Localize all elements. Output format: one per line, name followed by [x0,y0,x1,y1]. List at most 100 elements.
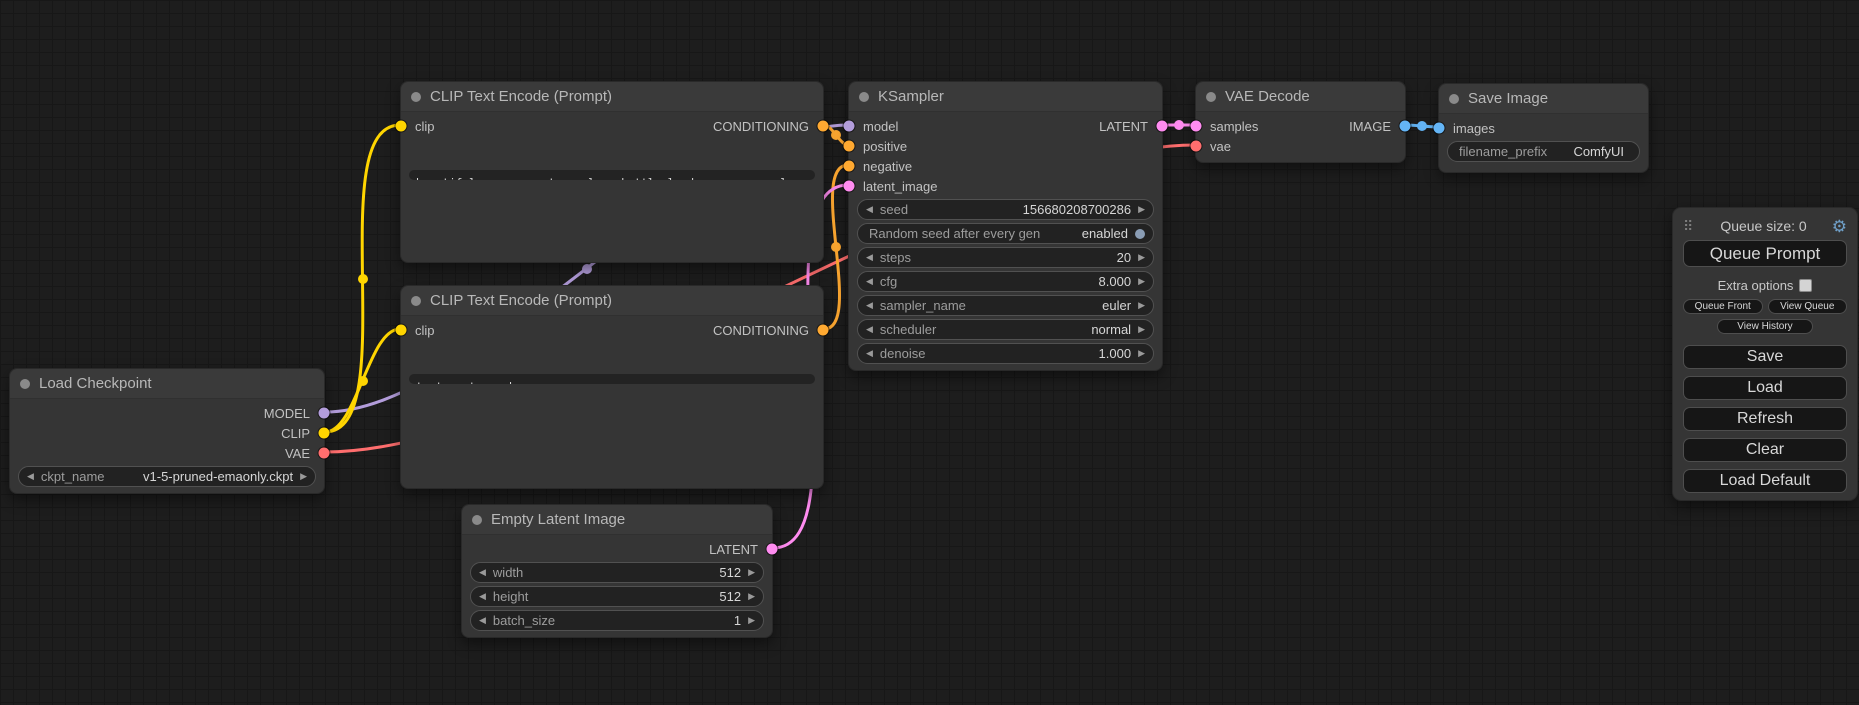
port-row: clip CONDITIONING [401,116,823,136]
link-midpoint-dot[interactable] [582,264,592,274]
queue-front-button[interactable]: Queue Front [1683,299,1763,314]
view-queue-button[interactable]: View Queue [1768,299,1848,314]
refresh-button[interactable]: Refresh [1683,407,1847,431]
arrow-right-icon[interactable]: ▶ [1138,349,1145,358]
random-seed-toggle[interactable]: Random seed after every gen enabled [857,223,1154,244]
node-title-bar[interactable]: Empty Latent Image [462,505,772,535]
arrow-left-icon[interactable]: ◀ [479,592,486,601]
queue-prompt-button[interactable]: Queue Prompt [1683,240,1847,267]
save-image-node[interactable]: Save Image images filename_prefix ComfyU… [1438,83,1649,173]
link-midpoint-dot[interactable] [831,242,841,252]
vae-input-port[interactable] [1191,141,1202,152]
node-title-bar[interactable]: KSampler [849,82,1162,112]
load-checkpoint-node[interactable]: Load Checkpoint MODEL CLIP VAE ◀ ckpt_na… [9,368,325,494]
collapse-dot-icon[interactable] [472,515,482,525]
arrow-right-icon[interactable]: ▶ [300,472,307,481]
latent-output-port[interactable] [1157,121,1168,132]
node-title-bar[interactable]: Save Image [1439,84,1648,114]
link-midpoint-dot[interactable] [1417,121,1427,131]
steps-widget[interactable]: ◀ steps 20 ▶ [857,247,1154,268]
arrow-left-icon[interactable]: ◀ [479,568,486,577]
arrow-left-icon[interactable]: ◀ [866,277,873,286]
positive-input-port[interactable] [844,141,855,152]
vae-output-port[interactable] [319,448,330,459]
conditioning-output-port[interactable] [818,121,829,132]
cfg-widget[interactable]: ◀ cfg 8.000 ▶ [857,271,1154,292]
samples-input-port[interactable] [1191,121,1202,132]
collapse-dot-icon[interactable] [411,92,421,102]
comfy-menu-panel[interactable]: ⠿ Queue size: 0 ⚙ Queue Prompt Extra opt… [1672,207,1858,501]
drag-handle-icon[interactable]: ⠿ [1683,218,1693,235]
arrow-left-icon[interactable]: ◀ [27,472,34,481]
toggle-dot-icon[interactable] [1135,229,1145,239]
arrow-left-icon[interactable]: ◀ [866,253,873,262]
node-title-bar[interactable]: VAE Decode [1196,82,1405,112]
empty-latent-image-node[interactable]: Empty Latent Image LATENT ◀ width 512 ▶ … [461,504,773,638]
save-button[interactable]: Save [1683,345,1847,369]
input-label-model: model [863,119,898,134]
arrow-left-icon[interactable]: ◀ [866,325,873,334]
clip-text-encode-positive-node[interactable]: CLIP Text Encode (Prompt) clip CONDITION… [400,81,824,263]
ksampler-node[interactable]: KSampler model LATENT positive negative … [848,81,1163,371]
negative-input-port[interactable] [844,161,855,172]
link-midpoint-dot[interactable] [831,130,841,140]
arrow-right-icon[interactable]: ▶ [1138,253,1145,262]
clip-text-encode-negative-node[interactable]: CLIP Text Encode (Prompt) clip CONDITION… [400,285,824,489]
view-history-button[interactable]: View History [1717,319,1813,334]
clip-input-port[interactable] [396,325,407,336]
arrow-right-icon[interactable]: ▶ [748,568,755,577]
arrow-right-icon[interactable]: ▶ [1138,301,1145,310]
collapse-dot-icon[interactable] [1449,94,1459,104]
output-row: LATENT [462,539,772,559]
arrow-right-icon[interactable]: ▶ [748,592,755,601]
arrow-right-icon[interactable]: ▶ [748,616,755,625]
link-midpoint-dot[interactable] [358,274,368,284]
latent-image-input-port[interactable] [844,181,855,192]
vae-decode-node[interactable]: VAE Decode samples IMAGE vae [1195,81,1406,163]
positive-prompt-textarea[interactable]: beautiful scenery nature glass bottle la… [409,170,815,180]
arrow-left-icon[interactable]: ◀ [479,616,486,625]
arrow-right-icon[interactable]: ▶ [1138,277,1145,286]
arrow-left-icon[interactable]: ◀ [866,301,873,310]
node-title-bar[interactable]: CLIP Text Encode (Prompt) [401,286,823,316]
denoise-widget[interactable]: ◀ denoise 1.000 ▶ [857,343,1154,364]
collapse-dot-icon[interactable] [411,296,421,306]
port-row: latent_image [849,176,1162,196]
filename-prefix-widget[interactable]: filename_prefix ComfyUI [1447,141,1640,162]
conditioning-output-port[interactable] [818,325,829,336]
sampler-name-widget[interactable]: ◀ sampler_name euler ▶ [857,295,1154,316]
load-button[interactable]: Load [1683,376,1847,400]
model-input-port[interactable] [844,121,855,132]
images-input-port[interactable] [1434,123,1445,134]
node-title-bar[interactable]: CLIP Text Encode (Prompt) [401,82,823,112]
link-midpoint-dot[interactable] [1174,120,1184,130]
ckpt-name-widget[interactable]: ◀ ckpt_name v1-5-pruned-emaonly.ckpt ▶ [18,466,316,487]
model-output-port[interactable] [319,408,330,419]
arrow-right-icon[interactable]: ▶ [1138,205,1145,214]
arrow-left-icon[interactable]: ◀ [866,205,873,214]
node-graph-canvas[interactable]: Load Checkpoint MODEL CLIP VAE ◀ ckpt_na… [0,0,1859,705]
extra-options-checkbox[interactable] [1799,279,1812,292]
image-output-port[interactable] [1400,121,1411,132]
collapse-dot-icon[interactable] [859,92,869,102]
clip-output-port[interactable] [319,428,330,439]
collapse-dot-icon[interactable] [20,379,30,389]
settings-gear-icon[interactable]: ⚙ [1832,218,1847,235]
node-title-bar[interactable]: Load Checkpoint [10,369,324,399]
batch-size-widget[interactable]: ◀ batch_size 1 ▶ [470,610,764,631]
link-midpoint-dot[interactable] [358,376,368,386]
scheduler-widget[interactable]: ◀ scheduler normal ▶ [857,319,1154,340]
clip-input-port[interactable] [396,121,407,132]
collapse-dot-icon[interactable] [1206,92,1216,102]
clear-button[interactable]: Clear [1683,438,1847,462]
negative-prompt-textarea[interactable]: text, watermark [409,374,815,384]
seed-widget[interactable]: ◀ seed 156680208700286 ▶ [857,199,1154,220]
width-widget[interactable]: ◀ width 512 ▶ [470,562,764,583]
output-label-conditioning: CONDITIONING [713,323,809,338]
arrow-left-icon[interactable]: ◀ [866,349,873,358]
height-widget[interactable]: ◀ height 512 ▶ [470,586,764,607]
arrow-right-icon[interactable]: ▶ [1138,325,1145,334]
load-default-button[interactable]: Load Default [1683,469,1847,493]
widget-label: denoise [880,346,926,361]
latent-output-port[interactable] [767,544,778,555]
